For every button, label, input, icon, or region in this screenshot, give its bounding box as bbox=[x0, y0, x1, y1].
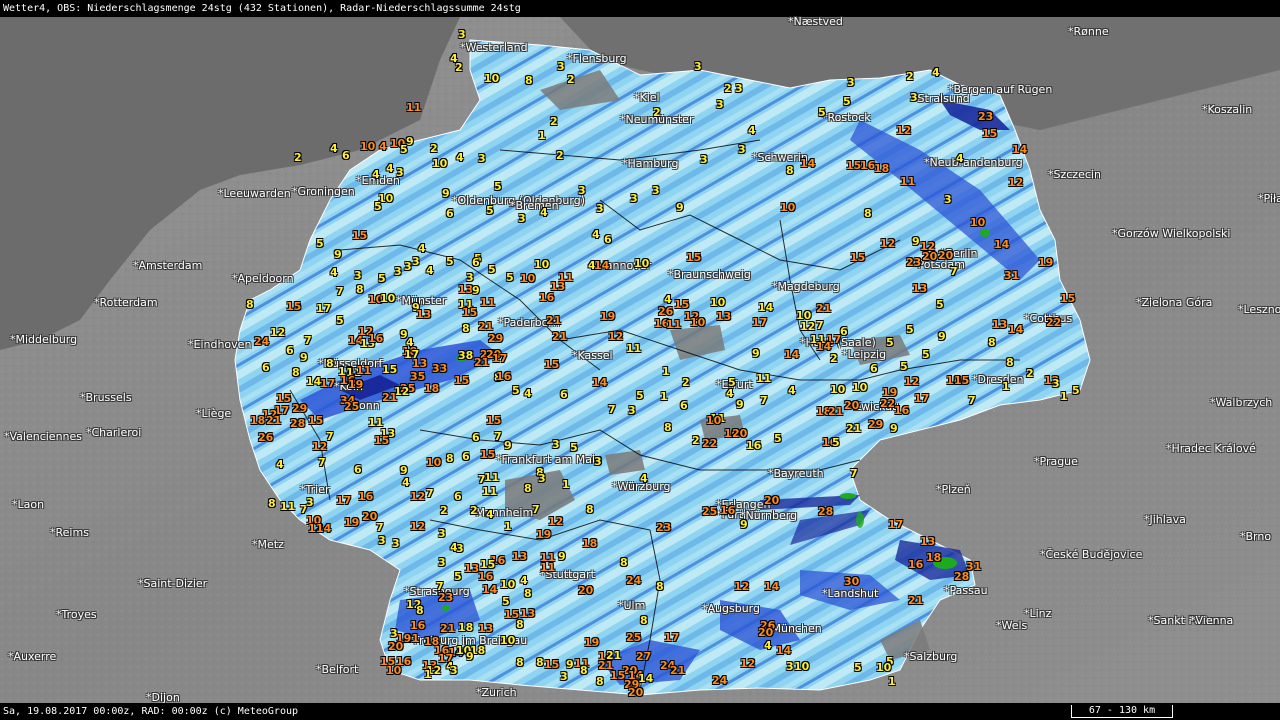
map-title: Wetter4, OBS: Niederschlagsmenge 24stg (… bbox=[0, 0, 1280, 17]
precipitation-map bbox=[0, 17, 1280, 703]
scale-bar: 67 - 130 km bbox=[1071, 705, 1173, 718]
footer-timestamp: Sa, 19.08.2017 00:00z, RAD: 00:00z (c) M… bbox=[3, 706, 299, 717]
footer-bar: Sa, 19.08.2017 00:00z, RAD: 00:00z (c) M… bbox=[0, 703, 1280, 720]
